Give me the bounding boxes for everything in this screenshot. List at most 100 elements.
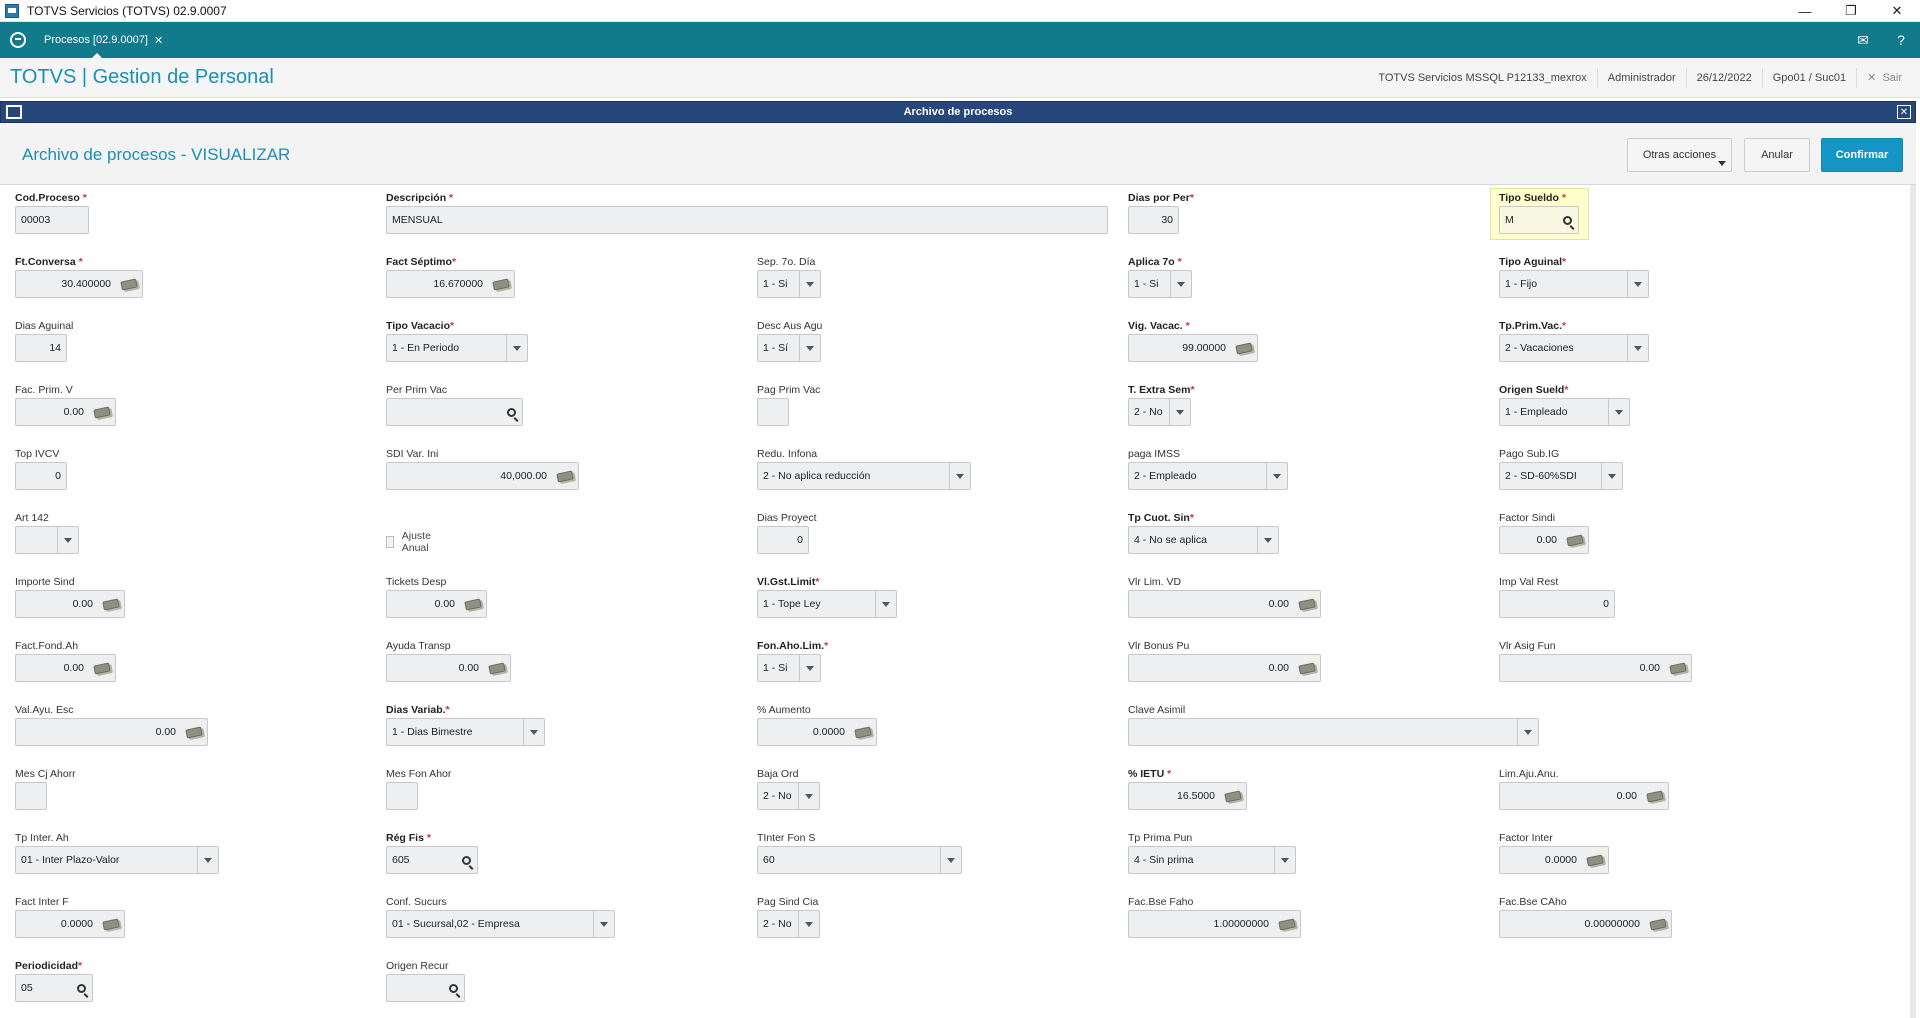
calculator-icon[interactable] [181, 719, 207, 745]
top-ivcv-input[interactable]: 0 [15, 462, 67, 490]
vlr-bonus-pu-input[interactable]: 0.00 [1128, 654, 1321, 682]
calculator-icon[interactable] [1562, 527, 1588, 553]
minimize-icon[interactable]: — [1782, 0, 1828, 22]
cancel-button[interactable]: Anular [1744, 138, 1810, 172]
calculator-icon[interactable] [1220, 783, 1246, 809]
fact-inter-f-input[interactable]: 0.0000 [15, 910, 125, 938]
fac-prim-v-input[interactable]: 0.00 [15, 398, 116, 426]
tp-prima-pun-select[interactable]: 4 - Sin prima [1128, 846, 1296, 874]
tickets-desp-input[interactable]: 0.00 [386, 590, 487, 618]
calculator-icon[interactable] [89, 655, 115, 681]
fact-fond-ah-input[interactable]: 0.00 [15, 654, 116, 682]
baja-ord-select[interactable]: 2 - No [757, 782, 820, 810]
tipo-aguinal-select[interactable]: 1 - Fijo [1499, 270, 1649, 298]
art-142-select[interactable] [15, 526, 79, 554]
confirm-button[interactable]: Confirmar [1821, 138, 1903, 172]
pag-sind-cia-select[interactable]: 2 - No [757, 910, 820, 938]
calculator-icon[interactable] [1642, 783, 1668, 809]
importe-sind-input[interactable]: 0.00 [15, 590, 125, 618]
fac-bse-faho-input[interactable]: 1.00000000 [1128, 910, 1301, 938]
fac-bse-caho-input[interactable]: 0.00000000 [1499, 910, 1672, 938]
clave-asimil-select[interactable] [1128, 718, 1539, 746]
mail-icon[interactable]: ✉ [1844, 22, 1882, 58]
chevron-down-icon[interactable] [1602, 463, 1622, 489]
calculator-icon[interactable] [850, 719, 876, 745]
per-prim-vac-input[interactable] [386, 398, 523, 426]
tp-cuot-sin-select[interactable]: 4 - No se aplica [1128, 526, 1279, 554]
calculator-icon[interactable] [1274, 911, 1300, 937]
vlr-asig-fun-input[interactable]: 0.00 [1499, 654, 1692, 682]
redu-infona-select[interactable]: 2 - No aplica reducción [757, 462, 971, 490]
desc-aus-agu-select[interactable]: 1 - Sí [757, 334, 821, 362]
home-icon[interactable] [0, 22, 36, 58]
ajuste-anual-checkbox[interactable]: Ajuste Anual [386, 530, 435, 554]
dias-por-per-input[interactable]: 30 [1128, 206, 1179, 234]
cod-proceso-input[interactable]: 00003 [15, 206, 89, 234]
vlr-lim-vd-input[interactable]: 0.00 [1128, 590, 1321, 618]
calculator-icon[interactable] [552, 463, 578, 489]
tinter-fon-s-select[interactable]: 60 [757, 846, 962, 874]
pct-aumento-input[interactable]: 0.0000 [757, 718, 877, 746]
more-actions-button[interactable]: Otras acciones [1627, 138, 1732, 172]
scrollbar[interactable] [1910, 185, 1916, 1018]
factor-inter-input[interactable]: 0.0000 [1499, 846, 1609, 874]
ft-conversa-input[interactable]: 30.400000 [15, 270, 143, 298]
chevron-down-icon[interactable] [1628, 271, 1648, 297]
sdi-var-ini-input[interactable]: 40,000.00 [386, 462, 579, 490]
reg-fis-input[interactable]: 605 [386, 846, 478, 874]
chevron-down-icon[interactable] [1267, 463, 1287, 489]
calculator-icon[interactable] [460, 591, 486, 617]
search-icon[interactable] [455, 847, 477, 873]
origen-recur-input[interactable] [386, 974, 465, 1002]
dialog-close-icon[interactable]: ✕ [1897, 105, 1911, 119]
calculator-icon[interactable] [1294, 655, 1320, 681]
search-icon[interactable] [70, 975, 92, 1001]
chevron-down-icon[interactable] [800, 335, 820, 361]
paga-imss-select[interactable]: 2 - Empleado [1128, 462, 1288, 490]
tipo-sueldo-input[interactable]: M [1499, 206, 1579, 234]
origen-sueld-select[interactable]: 1 - Empleado [1499, 398, 1630, 426]
chevron-down-icon[interactable] [941, 847, 961, 873]
search-icon[interactable] [500, 399, 522, 425]
calculator-icon[interactable] [488, 271, 514, 297]
factor-sindi-input[interactable]: 0.00 [1499, 526, 1589, 554]
calculator-icon[interactable] [116, 271, 142, 297]
close-icon[interactable]: ✕ [1874, 0, 1920, 22]
calculator-icon[interactable] [98, 591, 124, 617]
tab-procesos[interactable]: Procesos [02.9.0007] ✕ [36, 22, 171, 58]
sep-7o-dia-select[interactable]: 1 - Si [757, 270, 821, 298]
chevron-down-icon[interactable] [198, 847, 218, 873]
dias-aguinal-input[interactable]: 14 [15, 334, 67, 362]
chevron-down-icon[interactable] [1628, 335, 1648, 361]
exit-button[interactable]: ✕ Sair [1856, 68, 1920, 88]
tipo-vacacio-select[interactable]: 1 - En Periodo [386, 334, 528, 362]
mes-fon-ahor-input[interactable] [386, 782, 418, 810]
chevron-down-icon[interactable] [950, 463, 970, 489]
t-extra-sem-select[interactable]: 2 - No [1128, 398, 1191, 426]
imp-val-rest-input[interactable]: 0 [1499, 590, 1615, 618]
fon-aho-lim-select[interactable]: 1 - Si [757, 654, 821, 682]
maximize-icon[interactable]: ❐ [1828, 0, 1874, 22]
chevron-down-icon[interactable] [799, 911, 819, 937]
descripcion-input[interactable]: MENSUAL [386, 206, 1108, 234]
search-icon[interactable] [442, 975, 464, 1001]
chevron-down-icon[interactable] [1258, 527, 1278, 553]
periodicidad-input[interactable]: 05 [15, 974, 93, 1002]
calculator-icon[interactable] [484, 655, 510, 681]
calculator-icon[interactable] [98, 911, 124, 937]
calculator-icon[interactable] [1665, 655, 1691, 681]
mes-cj-ahorr-input[interactable] [15, 782, 47, 810]
dias-variab-select[interactable]: 1 - Dias Bimestre [386, 718, 545, 746]
chevron-down-icon[interactable] [1518, 719, 1538, 745]
pago-sub-ig-select[interactable]: 2 - SD-60%SDI [1499, 462, 1623, 490]
calculator-icon[interactable] [1231, 335, 1257, 361]
vl-gst-limit-select[interactable]: 1 - Tope Ley [757, 590, 897, 618]
calculator-icon[interactable] [1582, 847, 1608, 873]
calculator-icon[interactable] [89, 399, 115, 425]
tab-close-icon[interactable]: ✕ [154, 34, 163, 47]
aplica-7o-select[interactable]: 1 - Si [1128, 270, 1192, 298]
chevron-down-icon[interactable] [800, 271, 820, 297]
chevron-down-icon[interactable] [799, 783, 819, 809]
pag-prim-vac-input[interactable] [757, 398, 789, 426]
chevron-down-icon[interactable] [1275, 847, 1295, 873]
